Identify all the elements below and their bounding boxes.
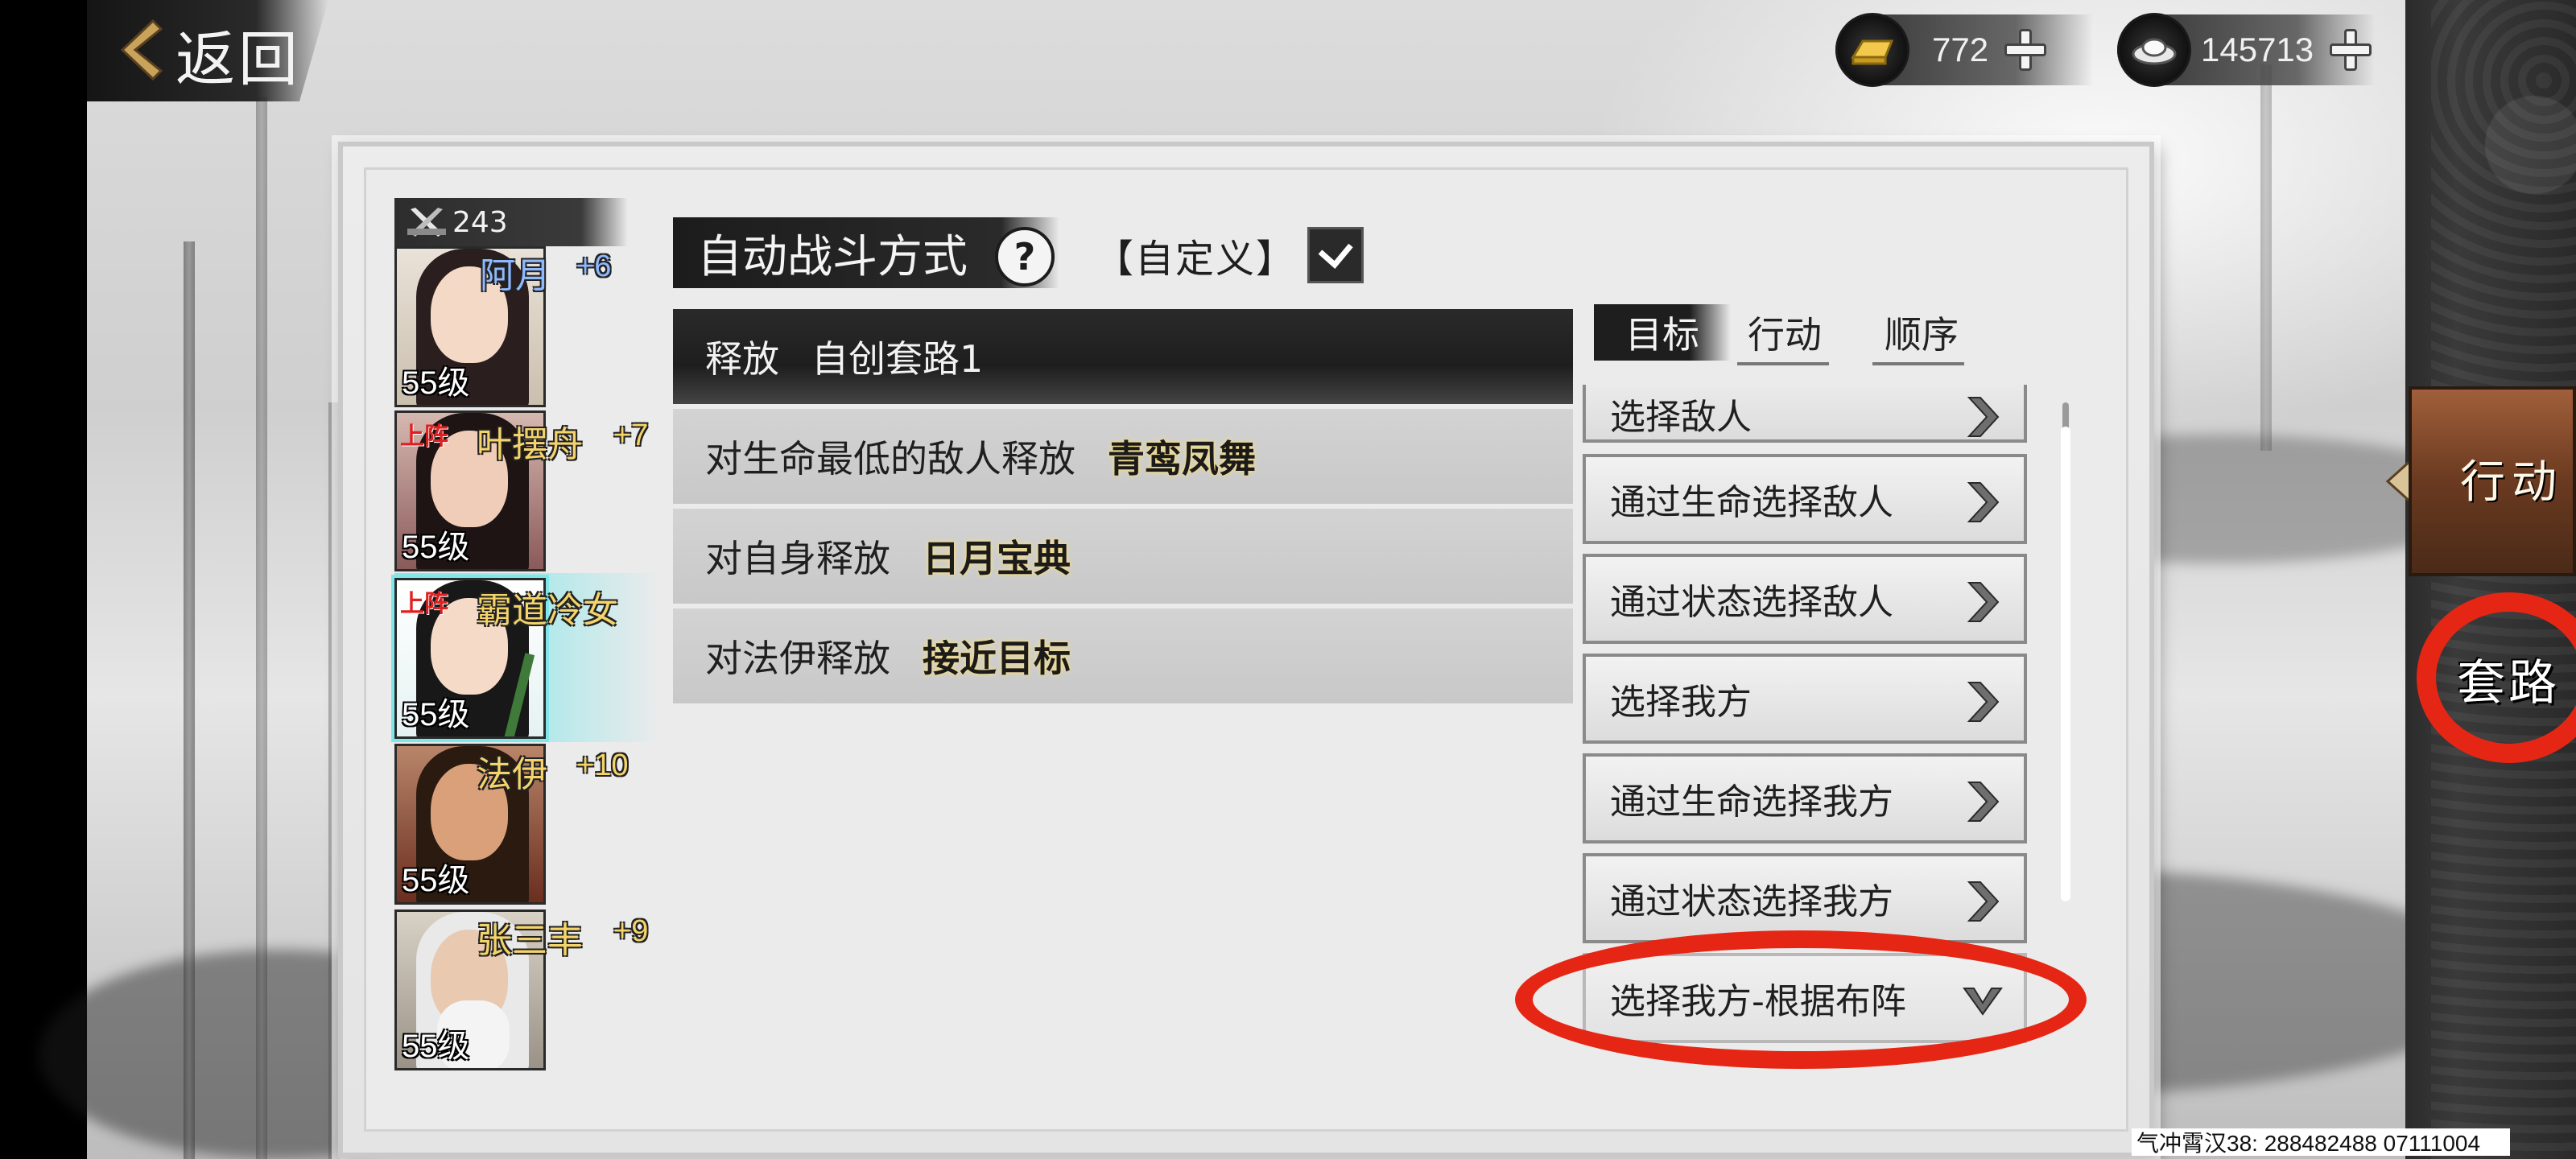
rule-condition: 释放 bbox=[705, 337, 779, 381]
rule-skill: 青鸾凤舞 bbox=[1108, 437, 1256, 481]
battle-mode-label: 【自定义】 bbox=[1095, 237, 1297, 282]
target-option[interactable]: 通过状态选择敌人 bbox=[1583, 554, 2027, 644]
hero-level: 55级 bbox=[402, 365, 470, 401]
target-option[interactable]: 通过生命选择敌人 bbox=[1583, 454, 2027, 544]
rule-skill: 自创套路1 bbox=[811, 337, 984, 381]
action-side-label: 行动 bbox=[2460, 456, 2563, 509]
target-option-label: 选择敌人 bbox=[1610, 397, 1752, 438]
action-side-button[interactable]: 行动 bbox=[2409, 386, 2576, 576]
gold-amount: 772 bbox=[1932, 31, 1989, 68]
hero-name: 张三丰 bbox=[477, 920, 583, 961]
silver-ingot-icon bbox=[2117, 13, 2191, 87]
add-gold-button[interactable] bbox=[2003, 27, 2048, 72]
target-option-label: 通过生命选择我方 bbox=[1610, 782, 1893, 823]
help-icon[interactable]: ? bbox=[995, 227, 1055, 287]
action-rule-row[interactable]: 对生命最低的敌人释放 青鸾凤舞 bbox=[673, 409, 1573, 504]
custom-mode-checkbox[interactable] bbox=[1307, 227, 1364, 283]
tab-action[interactable]: 行动 bbox=[1732, 304, 1837, 361]
rule-condition: 对自身释放 bbox=[705, 537, 890, 580]
target-option[interactable]: 选择我方 bbox=[1583, 654, 2027, 744]
silver-amount: 145713 bbox=[2201, 31, 2314, 68]
target-option-label: 通过状态选择我方 bbox=[1610, 881, 1893, 922]
action-rule-list: 释放 自创套路1 对生命最低的敌人释放 青鸾凤舞 对自身释放 日月宝典 对法伊释… bbox=[673, 309, 1573, 708]
chevron-right-icon bbox=[1967, 397, 2000, 437]
chevron-right-icon bbox=[1967, 881, 2000, 922]
checkmark-icon bbox=[1318, 243, 1353, 270]
crossed-swords-icon bbox=[407, 208, 446, 237]
rule-skill: 接近目标 bbox=[923, 637, 1071, 680]
hero-bonus: +6 bbox=[576, 250, 612, 283]
hero-name: 叶摆舟 bbox=[477, 424, 583, 465]
tab-order[interactable]: 顺序 bbox=[1869, 304, 1974, 361]
rule-condition: 对法伊释放 bbox=[705, 637, 890, 680]
chevron-right-icon bbox=[1967, 782, 2000, 822]
silver-currency: 145713 bbox=[2117, 13, 2375, 87]
target-option[interactable]: 通过生命选择我方 bbox=[1583, 753, 2027, 843]
target-option-label: 通过状态选择敌人 bbox=[1610, 582, 1893, 623]
action-rule-row[interactable]: 释放 自创套路1 bbox=[673, 309, 1573, 404]
scrollbar-thumb[interactable] bbox=[2061, 427, 2070, 901]
hero-name: 霸道冷女 bbox=[477, 590, 618, 631]
hero-level: 55级 bbox=[402, 697, 470, 732]
tab-target[interactable]: 目标 bbox=[1594, 304, 1731, 361]
hero-count: 243 bbox=[452, 205, 508, 239]
hero-name: 法伊 bbox=[477, 754, 547, 795]
hero-bonus: +10 bbox=[576, 749, 629, 782]
editor-tabs: 目标 行动 顺序 bbox=[1594, 304, 1980, 365]
target-option-label: 选择我方 bbox=[1610, 682, 1752, 723]
hero-name: 阿月 bbox=[480, 255, 551, 296]
hero-level: 55级 bbox=[402, 530, 470, 565]
player-id-watermark: 气冲霄汉38: 288482488 07111004 bbox=[2132, 1128, 2510, 1156]
hero-bonus: +7 bbox=[613, 419, 649, 452]
auto-battle-title-text: 自动战斗方式 bbox=[697, 230, 968, 283]
back-label[interactable]: 返回 bbox=[175, 11, 301, 97]
wave-pattern-decoration bbox=[2431, 0, 2576, 1159]
chevron-right-icon bbox=[1967, 682, 2000, 722]
target-option-label: 通过生命选择敌人 bbox=[1610, 482, 1893, 523]
add-silver-button[interactable] bbox=[2328, 27, 2373, 72]
chevron-right-icon bbox=[1967, 482, 2000, 522]
rule-condition: 对生命最低的敌人释放 bbox=[705, 437, 1075, 481]
action-rule-row[interactable]: 对自身释放 日月宝典 bbox=[673, 509, 1573, 604]
deployed-tag: 上阵 bbox=[400, 423, 448, 451]
hero-bonus: +9 bbox=[613, 914, 649, 948]
hero-count-badge: 243 bbox=[394, 198, 628, 246]
hero-level: 55级 bbox=[402, 863, 470, 898]
target-option[interactable]: 选择敌人 bbox=[1583, 385, 2027, 443]
deployed-tag: 上阵 bbox=[400, 590, 448, 618]
gold-ingot-icon bbox=[1835, 13, 1909, 87]
gold-currency: 772 bbox=[1835, 13, 2093, 87]
rule-skill: 日月宝典 bbox=[923, 537, 1071, 580]
action-rule-row[interactable]: 对法伊释放 接近目标 bbox=[673, 608, 1573, 703]
game-screen: 返回 772 145713 243 55级 阿月 +6 上阵 55级 叶摆舟 +… bbox=[0, 0, 2576, 1159]
chevron-right-icon bbox=[1967, 582, 2000, 622]
chevron-left-icon bbox=[120, 19, 163, 81]
hero-level: 55级 bbox=[402, 1029, 470, 1064]
highlight-ring-deployment bbox=[1515, 930, 2087, 1069]
